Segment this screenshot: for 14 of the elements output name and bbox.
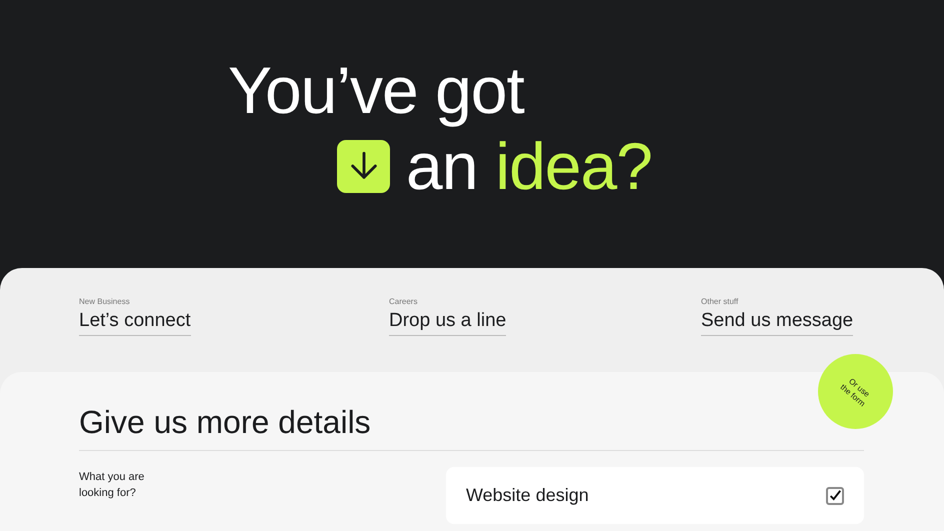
contact-category-label: Careers: [389, 296, 418, 308]
checkbox[interactable]: [826, 486, 844, 504]
contact-link[interactable]: Let’s connect: [79, 308, 191, 336]
headline-text: an: [406, 128, 478, 204]
headline-text: You’ve got: [228, 52, 526, 128]
headline-accent-text: idea?: [495, 128, 652, 204]
option-field[interactable]: Website design: [446, 467, 864, 524]
contact-link[interactable]: Send us message: [701, 308, 854, 336]
contact-link[interactable]: Drop us a line: [389, 308, 506, 336]
contact-category-label: New Business: [79, 296, 130, 308]
option-label: Website design: [466, 484, 589, 507]
field-label: What you are looking for?: [79, 470, 146, 501]
contact-category-label: Other stuff: [701, 296, 738, 308]
arrow-down-icon: [337, 140, 390, 192]
